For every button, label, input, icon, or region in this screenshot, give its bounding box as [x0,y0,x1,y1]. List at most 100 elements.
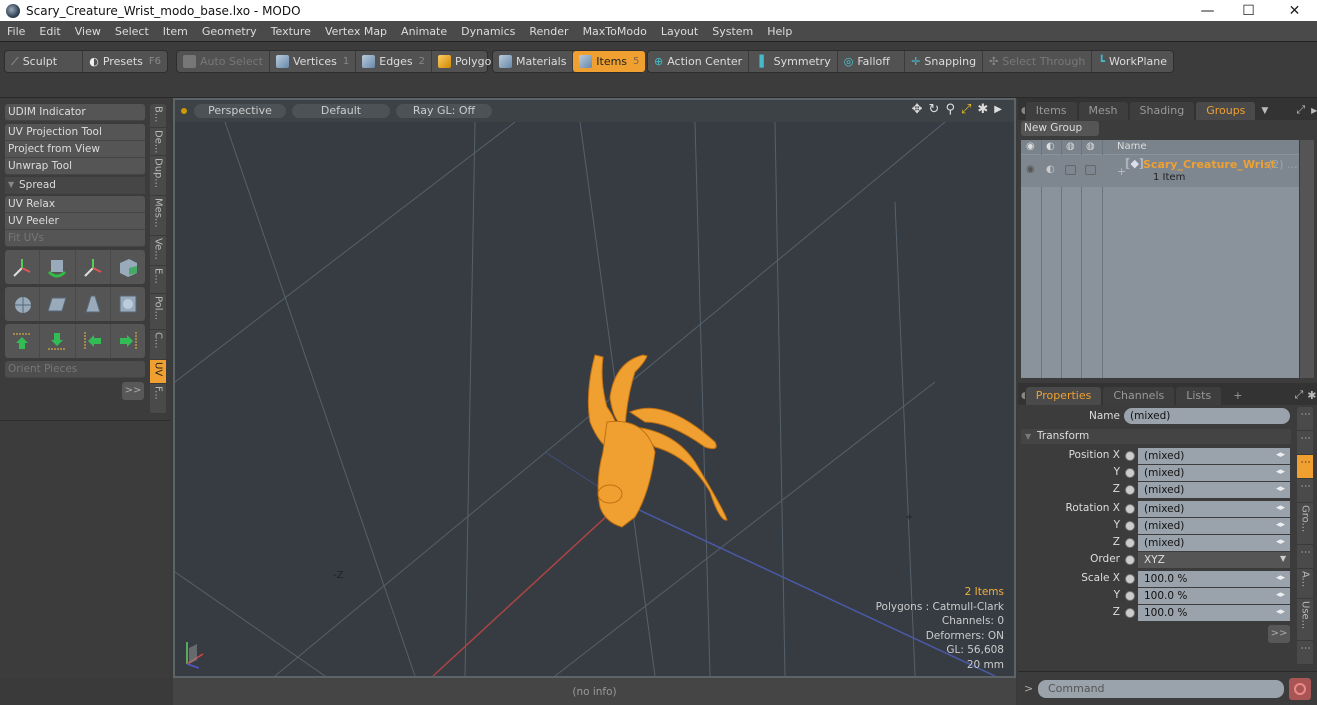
viewport-settings-gear-icon[interactable]: ✱ [977,102,988,117]
vtab-c[interactable]: C... [150,330,166,360]
props-gear-icon[interactable]: ✱ [1307,389,1316,402]
side-tab-a[interactable]: A... [1297,569,1313,599]
new-group-button[interactable]: New Group [1021,121,1099,136]
props-options-icon[interactable]: ◖ [1018,387,1026,405]
menu-item[interactable]: Item [156,25,195,38]
uv-transform-icon[interactable] [5,250,41,284]
uv-projection-tool-button[interactable]: UV Projection Tool [5,124,145,141]
menu-animate[interactable]: Animate [394,25,454,38]
creature-wrist-mesh[interactable] [587,354,728,528]
transform-section[interactable]: Transform [1021,429,1291,444]
more-tools-button[interactable]: >> [122,382,144,400]
items-button[interactable]: Items 5 [573,51,646,72]
prop-value-field[interactable]: 100.0 % [1138,605,1290,621]
presets-button[interactable]: ◐ Presets F6 [83,51,167,72]
vtab-b[interactable]: B... [150,104,166,128]
add-tab-button[interactable]: + [1223,387,1252,405]
command-input[interactable]: Command [1038,680,1284,698]
uv-planar-map-icon[interactable] [40,287,76,321]
animate-keyframe-dot[interactable] [1125,468,1135,478]
drag-slider-icon[interactable]: ◂▸ [1276,484,1285,494]
viewport-menu-arrow-icon[interactable]: ▶ [994,102,1002,117]
prop-value-field[interactable]: (mixed) [1138,482,1290,498]
rotation-order-dropdown[interactable]: XYZ [1138,552,1290,568]
visibility-col-icon[interactable]: ◉ [1026,140,1035,154]
vtab-uv[interactable]: UV [150,360,166,384]
animate-keyframe-dot[interactable] [1125,538,1135,548]
uv-rotate-icon[interactable] [40,250,76,284]
props-more-button[interactable]: >> [1268,625,1290,643]
side-tab-2[interactable]: ⋮ [1297,431,1313,455]
tab-properties[interactable]: Properties [1025,387,1102,405]
drag-slider-icon[interactable]: ◂▸ [1276,520,1285,530]
menu-view[interactable]: View [68,25,108,38]
vtab-de[interactable]: De... [150,128,166,156]
tab-mesh[interactable]: Mesh ... [1078,102,1128,135]
vtab-dup[interactable]: Dup... [150,156,166,196]
menu-render[interactable]: Render [522,25,575,38]
side-tab-1[interactable]: ⋮ [1297,407,1313,431]
prop-value-field[interactable]: (mixed) [1138,448,1290,464]
drag-slider-icon[interactable]: ◂▸ [1276,607,1285,617]
select-through-button[interactable]: ✣ Select Through [983,51,1093,72]
tab-channels[interactable]: Channels [1103,387,1175,405]
name-field[interactable]: (mixed) [1124,408,1290,424]
uv-relax-button[interactable]: UV Relax [5,196,145,213]
animate-keyframe-dot[interactable] [1125,608,1135,618]
animate-keyframe-dot[interactable] [1125,574,1135,584]
menu-vertex-map[interactable]: Vertex Map [318,25,394,38]
menu-texture[interactable]: Texture [264,25,318,38]
prop-value-field[interactable]: (mixed) [1138,518,1290,534]
row-select-checkbox[interactable] [1085,165,1096,175]
udim-indicator-button[interactable]: UDIM Indicator [5,104,145,121]
workplane-button[interactable]: ┗ WorkPlane [1092,51,1173,72]
menu-edit[interactable]: Edit [32,25,67,38]
fit-uvs-button[interactable]: Fit UVs [5,230,145,247]
expand-panel-icon[interactable]: ⤢ [1296,103,1305,117]
prop-value-field[interactable]: 100.0 % [1138,588,1290,604]
tab-shading[interactable]: Shading [1129,102,1195,120]
raygl-dropdown[interactable]: Ray GL: Off [396,104,492,118]
row-render-icon[interactable]: ◐ [1046,164,1055,175]
animate-keyframe-dot[interactable] [1125,555,1135,565]
props-expand-icon[interactable]: ⤢ [1294,388,1303,402]
panel-arrow-icon[interactable]: ▶ [1311,106,1317,115]
menu-system[interactable]: System [705,25,760,38]
menu-maxtomodo[interactable]: MaxToModo [576,25,654,38]
3d-viewport[interactable]: + -Z Perspective Default Ray GL: Off ✥ ↻… [173,98,1016,678]
maximize-viewport-icon[interactable]: ⤢ [961,102,971,117]
zoom-icon[interactable]: ⚲ [945,102,955,117]
menu-geometry[interactable]: Geometry [195,25,264,38]
animate-keyframe-dot[interactable] [1125,485,1135,495]
uv-box-icon[interactable] [111,250,145,284]
materials-button[interactable]: Materials [493,51,574,72]
sculpt-button[interactable]: ⟋ Sculpt [5,51,84,72]
minimize-button[interactable]: — [1185,0,1230,21]
side-tab-6[interactable]: ⋮ [1297,641,1313,665]
tab-items[interactable]: Items [1025,102,1077,120]
vtab-e[interactable]: E... [150,266,166,294]
menu-file[interactable]: File [0,25,32,38]
record-button[interactable] [1289,678,1311,700]
maximize-button[interactable]: ☐ [1226,0,1271,21]
animate-keyframe-dot[interactable] [1125,451,1135,461]
spread-section[interactable]: Spread [5,177,145,194]
side-tab-user[interactable]: Use... [1297,599,1313,641]
align-bottom-icon[interactable] [40,324,76,358]
view-mode-dropdown[interactable]: Perspective [194,104,286,118]
groups-scrollbar[interactable] [1300,140,1314,378]
orient-pieces-button[interactable]: Orient Pieces [5,361,145,378]
side-tab-4[interactable]: ⋮ [1297,479,1313,503]
unwrap-tool-button[interactable]: Unwrap Tool [5,158,145,175]
menu-layout[interactable]: Layout [654,25,705,38]
drag-slider-icon[interactable]: ◂▸ [1276,590,1285,600]
align-left-icon[interactable] [76,324,111,358]
vtab-pol[interactable]: Pol... [150,294,166,330]
vertices-button[interactable]: Vertices 1 [270,51,357,72]
drag-slider-icon[interactable]: ◂▸ [1276,503,1285,513]
drag-slider-icon[interactable]: ◂▸ [1276,573,1285,583]
prop-value-field[interactable]: (mixed) [1138,501,1290,517]
tab-groups[interactable]: Groups [1196,102,1256,120]
tab-lists[interactable]: Lists [1176,387,1222,405]
row-lock-checkbox[interactable] [1065,165,1076,175]
